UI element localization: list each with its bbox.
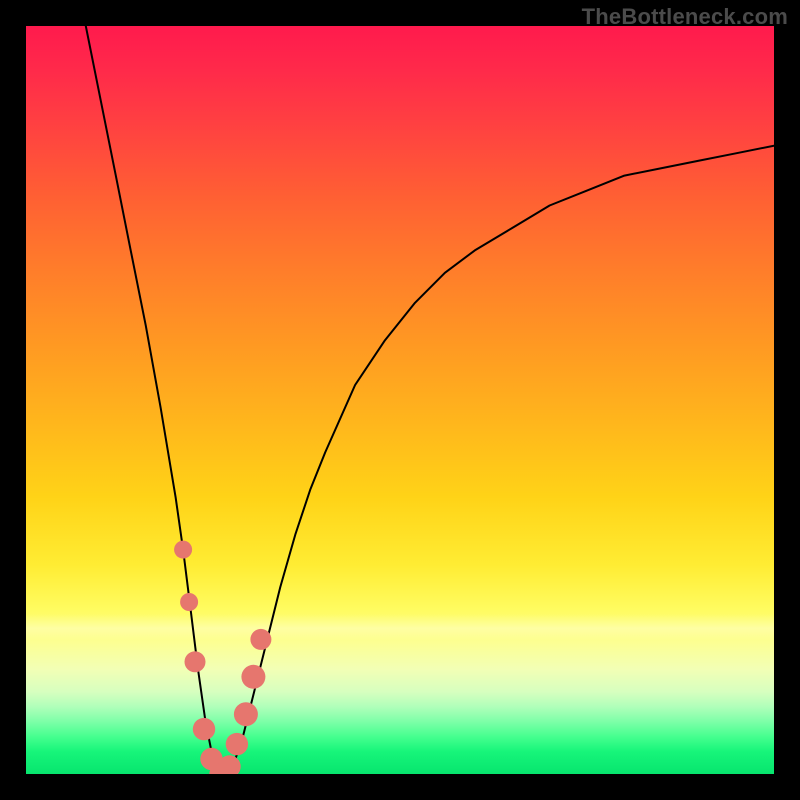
curve-marker	[250, 629, 271, 650]
chart-frame: TheBottleneck.com	[0, 0, 800, 800]
curve-marker	[185, 651, 206, 672]
curve-marker	[174, 541, 192, 559]
watermark-text: TheBottleneck.com	[582, 4, 788, 30]
curve-marker	[180, 593, 198, 611]
curve-marker	[234, 702, 258, 726]
curve-marker	[241, 665, 265, 689]
plot-area	[26, 26, 774, 774]
curve-markers	[174, 541, 271, 774]
curve-marker	[193, 718, 215, 740]
curve-marker	[226, 733, 248, 755]
curve-svg	[26, 26, 774, 774]
